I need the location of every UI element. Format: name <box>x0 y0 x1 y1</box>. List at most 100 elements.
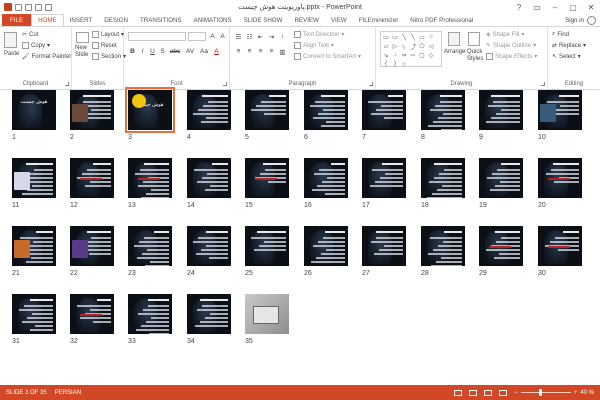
dialog-launcher-icon[interactable] <box>65 82 69 86</box>
tab-home[interactable]: HOME <box>31 14 64 26</box>
tab-fileminimizer[interactable]: FILEminimizer <box>353 14 405 26</box>
slide-thumbnail[interactable] <box>128 226 172 266</box>
bullets-icon[interactable]: ☰ <box>234 32 243 41</box>
italic-button[interactable]: I <box>138 47 147 56</box>
tab-review[interactable]: REVIEW <box>288 14 324 26</box>
increase-indent-icon[interactable]: ⇥ <box>267 32 276 41</box>
undo-icon[interactable] <box>25 3 32 11</box>
shape-icon[interactable]: ◁ <box>427 42 435 50</box>
reset-button[interactable]: Reset <box>92 42 117 49</box>
slide-thumbnail[interactable] <box>128 158 172 198</box>
slide-thumbnail[interactable]: هوش چیست <box>125 87 175 133</box>
format-painter-button[interactable]: 🖌 Format Painter <box>22 53 71 61</box>
align-center-icon[interactable]: ≡ <box>245 47 254 56</box>
select-button[interactable]: ↖ Select ▾ <box>552 53 581 61</box>
slide-thumbnail[interactable] <box>245 90 289 130</box>
slide-thumbnail[interactable] <box>187 158 231 198</box>
slide-thumbnail[interactable] <box>70 294 114 334</box>
shadow-button[interactable]: S <box>158 47 167 56</box>
slide-thumbnail[interactable] <box>421 158 465 198</box>
shape-icon[interactable]: ▱ <box>382 42 390 50</box>
slide-thumbnail[interactable] <box>187 90 231 130</box>
grow-font-icon[interactable]: A <box>208 32 217 41</box>
shape-icon[interactable]: { <box>382 60 390 68</box>
shape-icon[interactable]: ⇨ <box>409 51 417 59</box>
slide-thumbnail[interactable] <box>12 226 56 266</box>
shape-icon[interactable]: ▭ <box>382 33 390 41</box>
shape-icon[interactable]: ▷ <box>391 42 399 50</box>
shape-icon[interactable]: ⤴ <box>409 42 417 51</box>
zoom-in-button[interactable]: + <box>574 390 578 396</box>
slide-thumbnail[interactable]: هوش چیست <box>12 90 56 130</box>
shrink-font-icon[interactable]: A <box>218 32 227 41</box>
slide-thumbnail[interactable] <box>304 226 348 266</box>
character-spacing-button[interactable]: AV <box>184 47 196 56</box>
dialog-launcher-icon[interactable] <box>369 82 373 86</box>
find-button[interactable]: ⌕ Find <box>552 31 569 38</box>
line-spacing-icon[interactable]: ↕ <box>278 32 287 41</box>
tab-file[interactable]: FILE <box>2 14 32 26</box>
align-text-button[interactable]: Align Text ▾ <box>294 42 334 49</box>
language[interactable]: PERSIAN <box>47 390 81 396</box>
zoom-slider-thumb[interactable] <box>539 389 543 396</box>
slide-thumbnail[interactable] <box>70 158 114 198</box>
slide-thumbnail[interactable] <box>479 158 523 198</box>
shape-icon[interactable]: ↓ <box>391 51 399 59</box>
slide-thumbnail[interactable] <box>187 226 231 266</box>
justify-icon[interactable]: ≡ <box>267 47 276 56</box>
normal-view-icon[interactable] <box>454 389 463 396</box>
dialog-launcher-icon[interactable] <box>223 82 227 86</box>
copy-button[interactable]: Copy ▾ <box>22 42 50 49</box>
tab-design[interactable]: DESIGN <box>98 14 134 26</box>
shape-icon[interactable]: } <box>391 60 399 68</box>
cut-button[interactable]: ✂ Cut <box>22 31 38 39</box>
shape-effects-button[interactable]: Shape Effects ▾ <box>486 53 537 60</box>
slide-thumbnail[interactable] <box>70 90 114 130</box>
shape-icon[interactable]: ╲ <box>409 33 417 41</box>
slide-thumbnail[interactable] <box>421 90 465 130</box>
align-right-icon[interactable]: ≡ <box>256 47 265 56</box>
powerpoint-app-icon[interactable] <box>4 3 12 11</box>
align-left-icon[interactable]: ≡ <box>234 47 243 56</box>
font-name-dropdown[interactable] <box>128 32 186 41</box>
shape-icon[interactable]: ╲ <box>400 33 408 41</box>
shape-icon[interactable]: ○ <box>427 33 435 41</box>
font-size-dropdown[interactable] <box>188 32 206 41</box>
shape-icon[interactable]: ☆ <box>400 60 408 68</box>
paste-button[interactable]: Paste <box>4 51 19 57</box>
slide-thumbnail[interactable] <box>479 226 523 266</box>
slide-thumbnail[interactable] <box>187 294 231 334</box>
replace-button[interactable]: ⇄ Replace ▾ <box>552 42 586 50</box>
tab-slide-show[interactable]: SLIDE SHOW <box>238 14 289 26</box>
slide-thumbnail[interactable] <box>362 90 406 130</box>
shape-icon[interactable]: ⬠ <box>418 42 426 50</box>
columns-icon[interactable]: ▥ <box>278 47 287 56</box>
save-icon[interactable] <box>15 3 22 11</box>
sign-in[interactable]: Sign in <box>565 14 600 26</box>
quick-styles-button[interactable]: Quick Styles <box>467 49 483 63</box>
shape-outline-button[interactable]: ✎ Shape Outline ▾ <box>486 42 536 50</box>
paste-icon[interactable] <box>4 32 17 48</box>
slide-thumbnail[interactable] <box>12 294 56 334</box>
shape-icon[interactable]: ◇ <box>427 51 435 59</box>
arrange-button[interactable]: Arrange <box>444 49 465 55</box>
quick-styles-icon[interactable] <box>468 32 480 46</box>
slide-thumbnail[interactable] <box>538 226 582 266</box>
reading-view-icon[interactable] <box>484 389 493 396</box>
shape-icon[interactable]: ▭ <box>418 33 426 41</box>
decrease-indent-icon[interactable]: ⇤ <box>256 32 265 41</box>
maximize-button[interactable]: ▢ <box>564 0 582 14</box>
layout-button[interactable]: Layout ▾ <box>92 31 124 38</box>
slide-sorter-view-icon[interactable] <box>469 389 478 396</box>
text-direction-button[interactable]: Text Direction ▾ <box>294 31 344 38</box>
slide-thumbnail[interactable] <box>245 226 289 266</box>
tab-insert[interactable]: INSERT <box>64 14 99 26</box>
shape-icon[interactable]: ↘ <box>382 51 390 59</box>
numbering-icon[interactable]: ☷ <box>245 32 254 41</box>
start-from-beginning-icon[interactable] <box>45 3 52 11</box>
slide-thumbnail[interactable] <box>245 158 289 198</box>
change-case-button[interactable]: Aa <box>198 47 210 56</box>
slide-show-view-icon[interactable] <box>499 389 508 396</box>
shape-icon[interactable]: ▢ <box>418 51 426 59</box>
slide-thumbnail[interactable] <box>538 90 582 130</box>
